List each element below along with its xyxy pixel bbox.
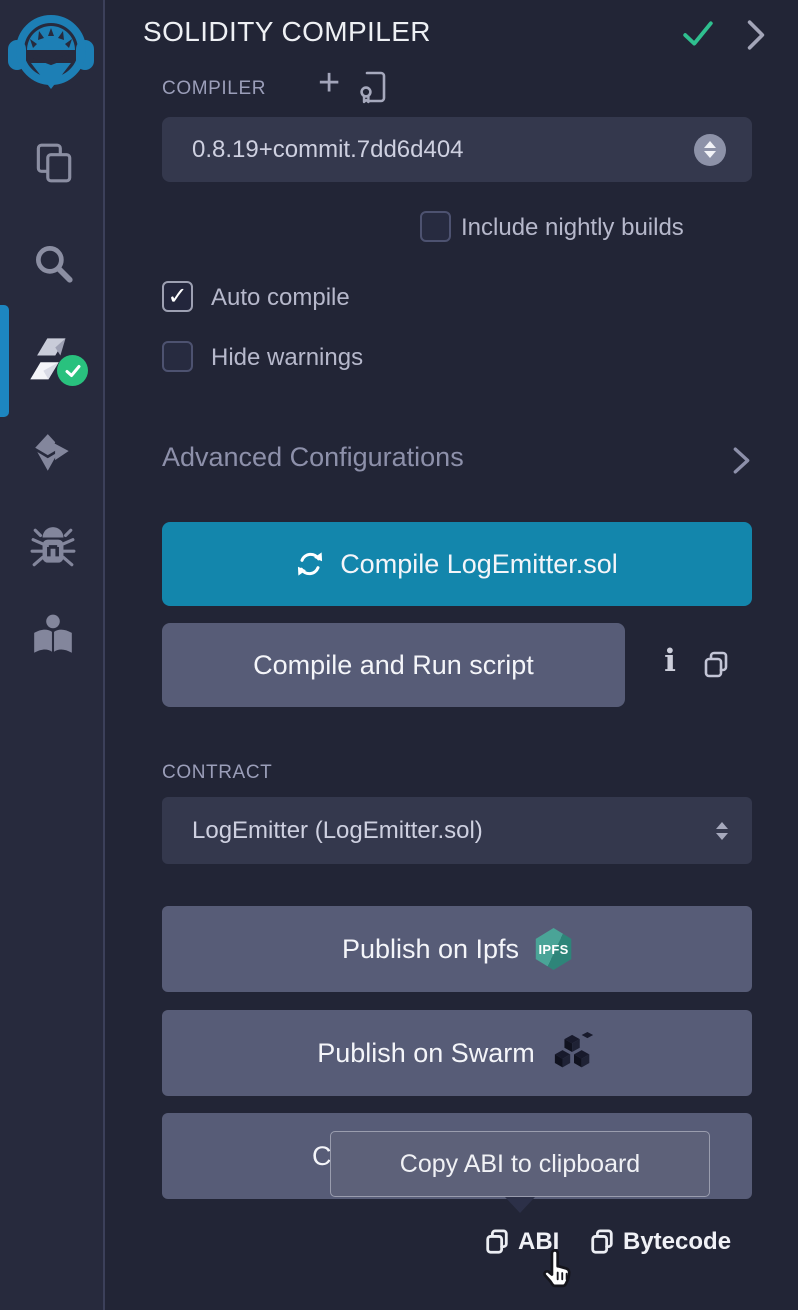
advanced-configurations-toggle[interactable]: Advanced Configurations — [162, 442, 464, 473]
checkmark-glyph: ✓ — [167, 285, 187, 309]
compiler-version-select[interactable]: 0.8.19+commit.7dd6d404 — [162, 117, 752, 182]
hide-warnings-label: Hide warnings — [211, 344, 363, 372]
include-nightly-label: Include nightly builds — [461, 214, 684, 242]
compiler-license-icon[interactable] — [358, 70, 388, 109]
sidebar-item-debugger[interactable] — [0, 513, 105, 583]
check-icon — [63, 361, 83, 381]
copy-script-icon[interactable] — [702, 650, 730, 685]
copy-icon — [589, 1228, 615, 1256]
compile-success-badge — [57, 355, 88, 386]
sidebar-item-search[interactable] — [0, 228, 105, 298]
copy-icon — [484, 1228, 510, 1256]
bug-icon — [30, 525, 76, 571]
compiler-section-label: COMPILER — [162, 78, 266, 100]
search-icon — [30, 240, 76, 286]
files-icon — [30, 140, 76, 186]
contract-section-label: CONTRACT — [162, 762, 272, 784]
panel-title: SOLIDITY COMPILER — [143, 16, 431, 48]
compile-button[interactable]: Compile LogEmitter.sol — [162, 522, 752, 606]
book-reader-icon — [30, 612, 76, 658]
include-nightly-checkbox[interactable] — [420, 211, 451, 242]
solidity-compiler-panel: SOLIDITY COMPILER COMPILER + 0.8.19+comm… — [0, 0, 798, 1310]
auto-compile-checkbox[interactable]: ✓ — [162, 281, 193, 312]
ipfs-icon: IPFS — [535, 928, 572, 970]
publish-swarm-button[interactable]: Publish on Swarm — [162, 1010, 752, 1096]
publish-ipfs-label: Publish on Ipfs — [342, 934, 519, 965]
sidebar-item-learneth[interactable] — [0, 600, 105, 670]
swarm-icon — [551, 1031, 597, 1075]
tooltip-arrow — [505, 1197, 535, 1213]
compile-status-check-icon — [682, 18, 714, 55]
advanced-chevron-icon[interactable] — [731, 446, 752, 480]
select-arrows-icon — [694, 134, 726, 166]
contract-select-value: LogEmitter (LogEmitter.sol) — [192, 817, 483, 845]
contract-select[interactable]: LogEmitter (LogEmitter.sol) — [162, 797, 752, 864]
hide-warnings-checkbox[interactable] — [162, 341, 193, 372]
compiler-version-value: 0.8.19+commit.7dd6d404 — [192, 136, 464, 164]
compilation-details-visible-label: C — [312, 1141, 332, 1172]
sidebar-item-file-explorer[interactable] — [0, 128, 105, 198]
compile-button-label: Compile LogEmitter.sol — [340, 549, 618, 580]
publish-ipfs-button[interactable]: Publish on Ipfs IPFS — [162, 906, 752, 992]
copy-abi-tooltip: Copy ABI to clipboard — [330, 1131, 710, 1197]
auto-compile-label: Auto compile — [211, 284, 350, 312]
sidebar-item-solidity-compiler[interactable] — [0, 325, 105, 395]
info-icon[interactable]: i — [657, 643, 683, 679]
collapse-panel-chevron-icon[interactable] — [744, 19, 768, 56]
compile-and-run-label: Compile and Run script — [253, 650, 534, 681]
refresh-icon — [296, 550, 324, 578]
icon-sidebar — [0, 0, 105, 1310]
cursor-pointer-icon — [536, 1248, 578, 1292]
remix-logo-icon[interactable] — [6, 6, 96, 94]
bytecode-label: Bytecode — [623, 1228, 731, 1256]
copy-bytecode-button[interactable]: Bytecode — [589, 1228, 731, 1256]
sidebar-item-deploy-and-run[interactable] — [0, 418, 105, 488]
publish-swarm-label: Publish on Swarm — [317, 1038, 535, 1069]
add-custom-compiler-icon[interactable]: + — [318, 64, 340, 102]
compile-and-run-button[interactable]: Compile and Run script — [162, 623, 625, 707]
select-arrows-icon — [716, 822, 728, 840]
ethereum-deploy-icon — [30, 430, 76, 476]
